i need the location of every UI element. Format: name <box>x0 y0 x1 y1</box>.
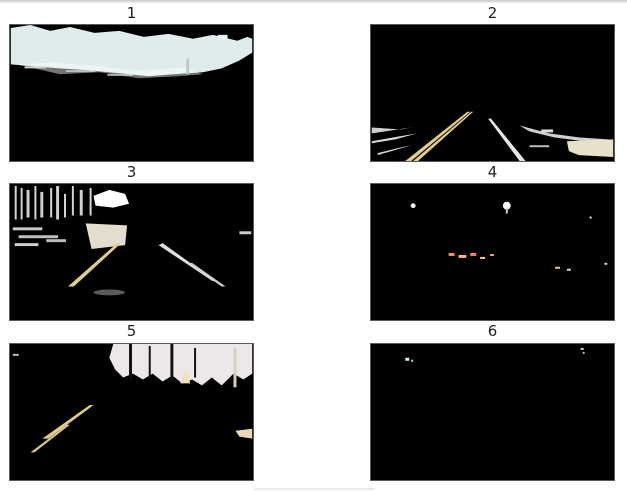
image-panel-4 <box>370 183 615 321</box>
image-panel-2 <box>370 24 615 162</box>
street-trees-image <box>12 185 252 296</box>
window-top-edge <box>0 0 627 3</box>
panel-title-3: 3 <box>126 163 137 181</box>
sky-mask-image <box>10 25 253 79</box>
night-lights-image <box>410 201 608 271</box>
panel-title-5: 5 <box>126 322 137 340</box>
tree-silhouette-image <box>12 344 253 453</box>
panel-title-1: 1 <box>126 4 137 22</box>
image-panel-6 <box>370 343 615 481</box>
image-panel-3 <box>9 183 254 321</box>
panel-title-4: 4 <box>487 163 498 181</box>
image-panel-5 <box>9 343 254 481</box>
image-panel-1 <box>9 24 254 162</box>
dark-sparse-image <box>405 347 585 362</box>
highway-lanes-image <box>371 111 614 161</box>
panel-title-6: 6 <box>487 322 498 340</box>
panel-title-2: 2 <box>487 4 498 22</box>
page-bottom-edge <box>255 488 375 490</box>
